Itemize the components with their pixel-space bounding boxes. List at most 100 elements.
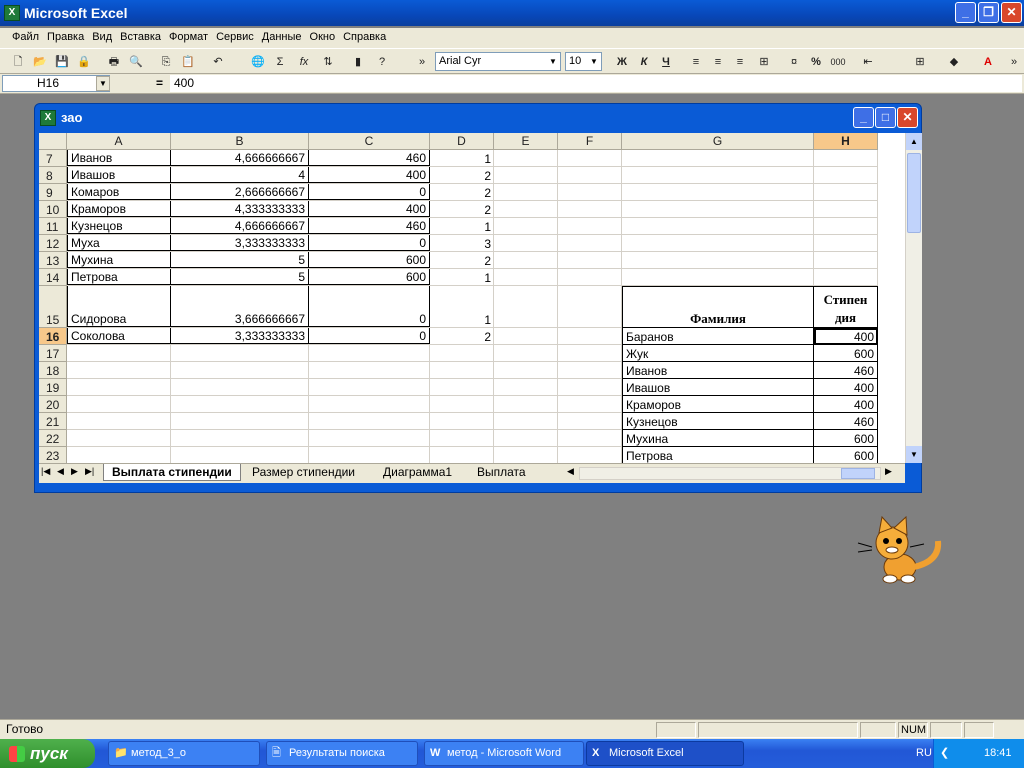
row-header[interactable]: 20 <box>39 396 67 413</box>
cell[interactable]: 4 <box>171 167 309 183</box>
menu-tools[interactable]: Сервис <box>212 28 258 46</box>
chevron-down-icon[interactable]: ▼ <box>96 76 110 91</box>
workbook-minimize-button[interactable]: _ <box>853 107 874 128</box>
cell[interactable]: 460 <box>309 150 430 166</box>
spreadsheet-grid[interactable]: ABCDEFGH78910111213141516171819202122232… <box>39 133 905 463</box>
speaker-icon[interactable]: ❮ <box>940 739 949 768</box>
table-header-name[interactable]: Фамилия <box>622 286 814 328</box>
print-icon[interactable]: 🖶 <box>104 52 124 72</box>
table-cell-value[interactable]: 400 <box>814 396 878 413</box>
menu-format[interactable]: Формат <box>165 28 212 46</box>
workbook-maximize-button[interactable]: □ <box>875 107 896 128</box>
permissions-icon[interactable]: 🔒 <box>74 52 94 72</box>
thousands-button[interactable]: 000 <box>828 52 848 72</box>
language-indicator[interactable]: RU <box>916 739 932 768</box>
align-right-icon[interactable]: ≡ <box>730 52 750 72</box>
row-header[interactable]: 11 <box>39 218 67 235</box>
next-sheet-icon[interactable]: ▶ <box>71 466 78 477</box>
last-sheet-icon[interactable]: ▶| <box>85 466 94 477</box>
menu-view[interactable]: Вид <box>88 28 116 46</box>
cell[interactable]: 1 <box>430 286 494 327</box>
save-icon[interactable]: 💾 <box>52 52 72 72</box>
cell[interactable]: Соколова <box>67 328 171 344</box>
cell[interactable]: 2 <box>430 328 494 344</box>
minimize-button[interactable]: _ <box>955 2 976 23</box>
indent-icon[interactable]: ⇤ <box>858 52 878 72</box>
cell[interactable]: 0 <box>309 184 430 200</box>
cell[interactable]: 0 <box>309 286 430 327</box>
table-cell-value[interactable]: 600 <box>814 447 878 463</box>
open-icon[interactable]: 📂 <box>30 52 50 72</box>
table-cell-name[interactable]: Петрова <box>622 447 814 463</box>
fill-color-icon[interactable]: ◆ <box>944 52 964 72</box>
formula-input[interactable]: 400 <box>170 75 1022 92</box>
cell[interactable]: 4,333333333 <box>171 201 309 217</box>
percent-button[interactable]: % <box>806 52 826 72</box>
row-header[interactable]: 15 <box>39 286 67 328</box>
table-cell-name[interactable]: Жук <box>622 345 814 362</box>
prev-sheet-icon[interactable]: ◀ <box>57 466 64 477</box>
cell[interactable]: Краморов <box>67 201 171 217</box>
column-header[interactable]: A <box>67 133 171 150</box>
row-header[interactable]: 17 <box>39 345 67 362</box>
cell[interactable]: 3,666666667 <box>171 286 309 327</box>
table-header-stipend[interactable]: Стипен дия <box>814 286 878 328</box>
bold-button[interactable]: Ж <box>612 52 632 72</box>
task-excel[interactable]: X Microsoft Excel <box>586 741 744 766</box>
task-search-results[interactable]: 🗎 Результаты поиска <box>266 741 418 766</box>
menu-edit[interactable]: Правка <box>43 28 88 46</box>
office-assistant-cat-icon[interactable] <box>852 515 946 585</box>
table-cell-name[interactable]: Мухина <box>622 430 814 447</box>
cell[interactable]: 2,666666667 <box>171 184 309 200</box>
row-header[interactable]: 22 <box>39 430 67 447</box>
align-center-icon[interactable]: ≡ <box>708 52 728 72</box>
scroll-right-icon[interactable]: ▶ <box>885 466 892 477</box>
undo-icon[interactable]: ↶ <box>208 52 228 72</box>
cell[interactable]: 4,666666667 <box>171 218 309 234</box>
autosum-icon[interactable]: Σ <box>270 52 290 72</box>
tab-razmer-stipendii[interactable]: Размер стипендии <box>244 464 363 481</box>
cell[interactable]: 2 <box>430 252 494 268</box>
new-icon[interactable]: 🗋 <box>8 52 28 72</box>
start-button[interactable]: пуск <box>0 739 95 768</box>
cell[interactable]: 400 <box>309 201 430 217</box>
row-header[interactable]: 10 <box>39 201 67 218</box>
cell[interactable]: Ивашов <box>67 167 171 183</box>
column-header[interactable]: H <box>814 133 878 150</box>
cell[interactable]: 4,666666667 <box>171 150 309 166</box>
cell[interactable]: 2 <box>430 167 494 183</box>
row-header[interactable]: 9 <box>39 184 67 201</box>
menu-help[interactable]: Справка <box>339 28 390 46</box>
task-folder[interactable]: 📁 метод_3_о <box>108 741 260 766</box>
scroll-up-icon[interactable]: ▲ <box>906 133 922 150</box>
table-cell-value[interactable]: 600 <box>814 345 878 362</box>
row-header[interactable]: 18 <box>39 362 67 379</box>
name-box[interactable]: H16 <box>2 75 110 92</box>
workbook-close-button[interactable]: ✕ <box>897 107 918 128</box>
cell[interactable]: Мухина <box>67 252 171 268</box>
align-left-icon[interactable]: ≡ <box>686 52 706 72</box>
cell[interactable]: 2 <box>430 201 494 217</box>
cell[interactable]: Иванов <box>67 150 171 166</box>
cell[interactable]: 1 <box>430 269 494 285</box>
font-name-select[interactable]: Arial Cyr ▼ <box>435 52 561 71</box>
active-cell[interactable]: 400 <box>814 328 878 345</box>
paste-icon[interactable]: 📋 <box>178 52 198 72</box>
currency-icon[interactable]: ¤ <box>784 52 804 72</box>
row-header[interactable]: 16 <box>39 328 67 345</box>
table-cell-name[interactable]: Ивашов <box>622 379 814 396</box>
table-cell-name[interactable]: Баранов <box>622 328 814 345</box>
toolbar-options-icon[interactable]: » <box>412 52 432 72</box>
cell[interactable]: 0 <box>309 328 430 344</box>
chart-icon[interactable]: ▮ <box>348 52 368 72</box>
scroll-down-icon[interactable]: ▼ <box>906 446 922 463</box>
select-all-corner[interactable] <box>39 133 67 150</box>
vertical-scrollbar[interactable]: ▲ ▼ <box>905 133 922 463</box>
row-header[interactable]: 8 <box>39 167 67 184</box>
column-header[interactable]: F <box>558 133 622 150</box>
column-header[interactable]: D <box>430 133 494 150</box>
table-cell-value[interactable]: 400 <box>814 379 878 396</box>
row-header[interactable]: 12 <box>39 235 67 252</box>
menu-data[interactable]: Данные <box>258 28 306 46</box>
toolbar-options-icon[interactable]: » <box>1004 52 1024 72</box>
